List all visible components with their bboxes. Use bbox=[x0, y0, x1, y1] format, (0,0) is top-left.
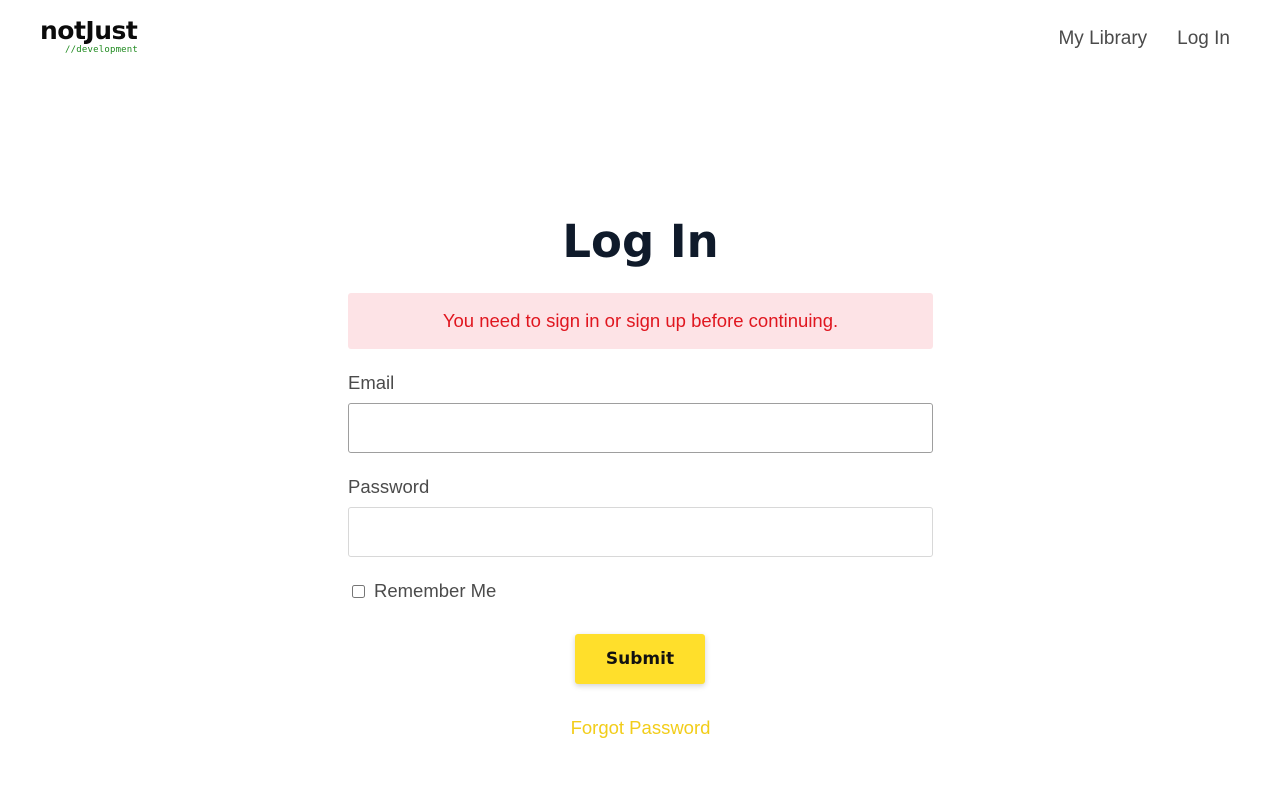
logo-tagline: //development bbox=[65, 45, 139, 55]
page-title: Log In bbox=[562, 215, 719, 268]
email-label: Email bbox=[348, 372, 395, 393]
email-field[interactable] bbox=[348, 403, 933, 453]
nav-my-library[interactable]: My Library bbox=[1058, 28, 1147, 50]
top-nav: My Library Log In bbox=[1058, 28, 1230, 50]
error-alert: You need to sign in or sign up before co… bbox=[348, 293, 933, 349]
password-label: Password bbox=[348, 476, 430, 497]
submit-button[interactable]: Submit bbox=[575, 634, 705, 684]
remember-me-checkbox[interactable] bbox=[352, 584, 365, 598]
nav-log-in[interactable]: Log In bbox=[1177, 28, 1230, 50]
logo-wordmark: notJust bbox=[40, 16, 138, 45]
logo[interactable]: notJust //development bbox=[40, 18, 140, 58]
remember-me: Remember Me bbox=[352, 580, 496, 602]
remember-me-label[interactable]: Remember Me bbox=[374, 580, 496, 602]
forgot-password-link[interactable]: Forgot Password bbox=[348, 717, 933, 739]
password-field[interactable] bbox=[348, 507, 933, 557]
